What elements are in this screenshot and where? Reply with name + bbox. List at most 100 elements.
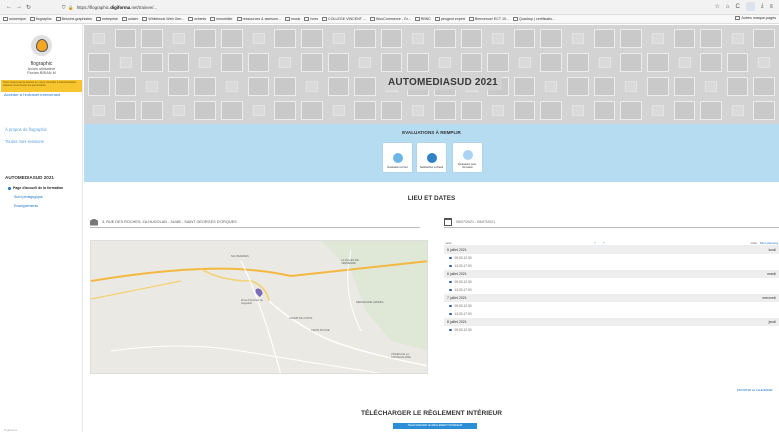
extension-icon[interactable] [745,2,755,11]
bookmark-item[interactable]: flographic [29,17,52,21]
reload-page-icon[interactable]: C [735,4,739,10]
banner-tile [545,81,558,92]
view-month-button[interactable]: mois [445,241,451,245]
logo [31,35,52,56]
banner-tile [753,77,775,96]
eval-card-satisfaction[interactable]: Satisfaction à chaud [417,143,446,172]
banner-tile [513,101,536,120]
bookmark-item[interactable]: entreprise [95,17,118,21]
star-icon[interactable]: ☆ [714,3,719,10]
sidebar-item-home[interactable]: Page d'accueil de la formation [8,186,63,190]
planning-slot[interactable]: 09:30-12:30 [444,278,779,286]
planning-slot[interactable]: 09:30-12:30 [444,302,779,310]
day-weekday: mercredi [762,296,776,300]
planning-day: 8 juillet 2021 jeudi [444,318,779,326]
banner-tile [92,105,105,116]
banner-tile [194,77,217,96]
sidebar-item-suivi[interactable]: Suivi pédagogique [14,195,43,199]
bookmark-label: RBNC [420,17,431,21]
banner-tile [354,101,376,120]
bookmark-item[interactable]: RBNC [414,17,431,21]
folder-icon [55,17,61,21]
banner-tile [274,101,296,120]
evaluations-section: EVALUATIONS À REMPLIR Évaluation à froid… [84,124,779,182]
banner-tile [354,29,376,48]
sidebar-item-enseignements[interactable]: Enseignements [14,204,38,208]
bookmark-item[interactable]: Bienvenue! ECT 10... [468,17,509,21]
home-icon[interactable]: ⌂ [726,4,730,10]
planning-slot[interactable]: 13:30-17:00 [444,310,779,318]
bookmark-item[interactable]: COLLEGE VINCENT ... [322,17,366,21]
eval-card-post[interactable]: Évaluation post-formation [453,143,482,172]
banner-tile [300,53,323,72]
folder-icon [121,17,127,21]
bookmark-item[interactable]: unisev [121,17,138,21]
banner-tile [726,53,749,72]
lieu-title: LIEU ET DATES [407,195,456,202]
planning: mois ‹ › Liste Mon planning 5 juillet 20… [444,240,779,334]
bookmark-item[interactable]: Whitebook Web Gen... [142,17,184,21]
folder-icon [284,17,290,21]
bookmark-item[interactable]: ressources & awesom... [236,17,281,21]
bookmark-label: immobilier [216,17,233,21]
banner-tile [593,29,616,48]
bookmark-item[interactable]: Ivres [304,17,318,21]
banner-tile [567,53,589,72]
bookmark-item[interactable]: WooCommerce - Gr... [369,17,411,21]
bookmark-item[interactable]: immobilier [210,17,233,21]
map-label: SERGEAUNE LEDRES [356,301,384,304]
bookmark-label: Whitebook Web Gen... [148,17,185,21]
menu-icon[interactable]: ≡ [769,4,773,10]
bookmark-item[interactable]: numerique [3,17,26,21]
planning-slot[interactable]: 13:30-17:00 [444,286,779,294]
export-calendar-link[interactable]: EXPORTER LE CALENDRIER [737,389,773,392]
eval-card-cold[interactable]: Évaluation à froid [383,143,412,172]
bookmark-label: entreprise [101,17,118,21]
download-reglement-button[interactable]: TÉLÉCHARGER LE RÈGLEMENT INTÉRIEUR [393,423,477,429]
address-bar[interactable]: ⛉ 🔒 https://flographic.digiforma.net/tra… [62,3,392,12]
folder-icon [369,17,375,21]
bookmark-item[interactable]: peugeot expert [434,17,465,21]
bookmark-item[interactable]: enfants [188,17,206,21]
planning-nav[interactable]: ‹ › [594,240,607,245]
banner-tile [380,53,403,72]
planning-slot[interactable]: 09:30-12:30 [444,254,779,262]
banner-tile [279,57,292,68]
banner-tile [731,105,744,116]
download-icon[interactable]: ⤓ [761,3,764,10]
bookmark-label: Ivres [310,17,319,21]
dates-text: 05/07/2021 - 09/07/2021 [456,220,496,224]
map[interactable]: NAUTEARDES LA VALLES DE VERMENDE Zone d'… [90,240,428,374]
pencil-icon [35,39,48,52]
banner-tile [172,33,185,44]
sidebar-item-label: Suivi pédagogique [14,195,43,199]
license-notice: Vous n'avez pas de licence en cours. Acc… [1,80,82,92]
view-list-button[interactable]: Liste [751,241,757,245]
slot-time: 09:30-12:30 [454,280,472,284]
bullet-icon [449,304,452,308]
bookmark-item[interactable]: music [284,17,300,21]
sidebar-item-label: Page d'accueil de la formation [13,186,64,190]
forward-icon[interactable]: → [16,4,22,11]
planning-slot[interactable]: 09:30-12:30 [444,326,779,334]
eval-card-label: Évaluation à froid [387,166,408,169]
folder-icon [735,16,741,20]
extranet-link[interactable]: Accéder à l'extranet intervenant [4,92,80,97]
banner-tile [274,29,296,48]
bookmark-item[interactable]: Besoins graphistes [55,17,92,21]
about-link[interactable]: À propos de flographic [5,127,47,132]
back-icon[interactable]: ← [6,4,12,11]
my-planning-button[interactable]: Mon planning [760,241,778,245]
all-sessions-link[interactable]: Toutes mes sessions [5,139,44,144]
bullet-icon [449,312,452,316]
bookmark-item[interactable]: Quadrup | certificatio... [513,17,555,21]
eval-card-label: Évaluation post-formation [458,163,477,169]
banner-tile [646,53,669,72]
other-bookmarks[interactable]: Autres marque-pages [732,16,776,20]
banner-tile [438,57,451,68]
banner-tile [460,101,483,120]
reload-icon[interactable]: ↻ [26,4,31,11]
folder-icon [236,17,242,21]
planning-slot[interactable]: 13:30-17:00 [444,262,779,270]
banner-tile [380,29,403,48]
